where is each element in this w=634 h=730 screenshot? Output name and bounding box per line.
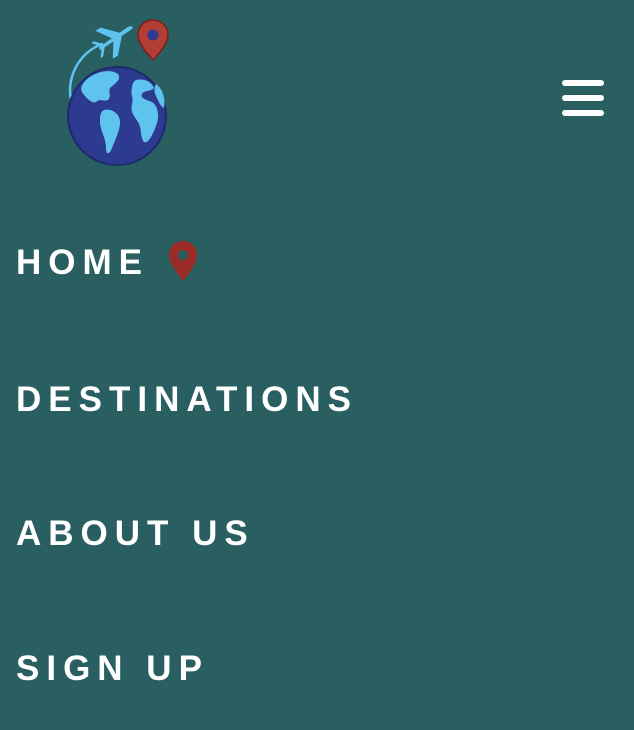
nav-item-label: ABOUT US (16, 514, 255, 553)
nav-item-destinations[interactable]: DESTINATIONS (16, 380, 358, 420)
nav-item-sign-up[interactable]: SIGN UP (16, 649, 209, 689)
nav-item-home[interactable]: HOME (16, 240, 199, 284)
location-pin-icon (167, 240, 199, 282)
nav-item-label: DESTINATIONS (16, 380, 358, 419)
nav-item-label: SIGN UP (16, 649, 209, 688)
main-navigation: HOME DESTINATIONS ABOUT US SIGN UP (0, 0, 634, 730)
nav-item-label: HOME (16, 243, 149, 282)
nav-item-about-us[interactable]: ABOUT US (16, 514, 255, 554)
